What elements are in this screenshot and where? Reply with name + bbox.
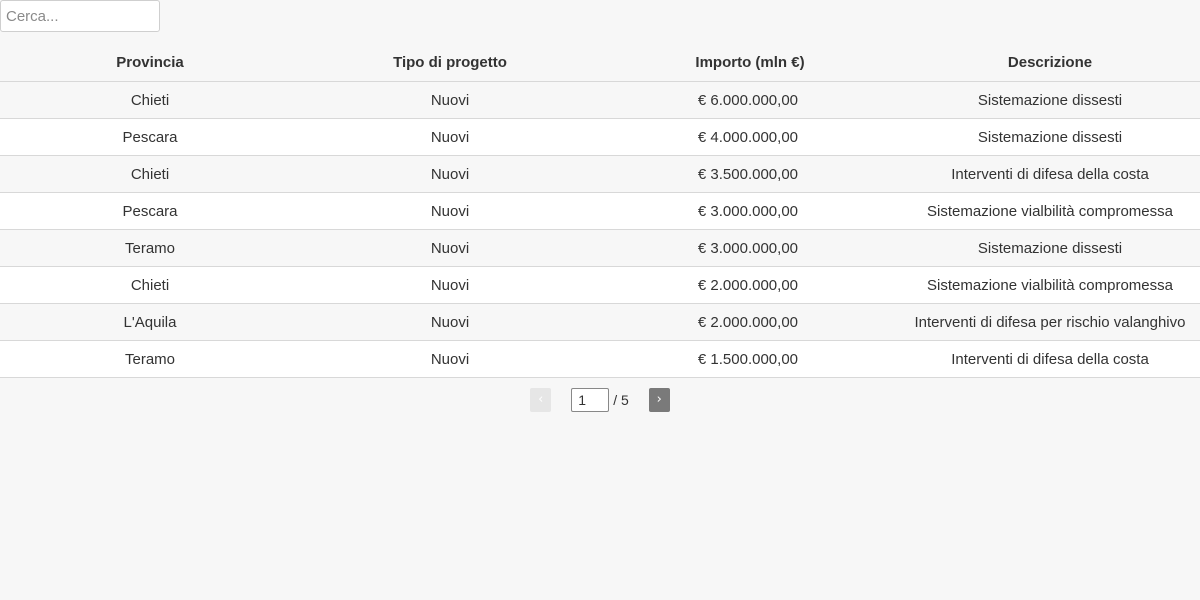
cell-provincia: Pescara [0,118,300,156]
table-row[interactable]: Chieti Nuovi € 2.000.000,00 Sistemazione vi… [0,266,1200,304]
cell-provincia: Pescara [0,192,300,230]
column-header-descrizione[interactable]: Descrizione [900,44,1200,82]
cell-tipo-progetto: Nuovi [300,229,600,267]
table-header: Provincia Tipo di progetto Importo (mln … [0,44,1200,82]
search-container [0,0,160,32]
header-row: Provincia Tipo di progetto Importo (mln … [0,44,1200,82]
cell-provincia: Chieti [0,81,300,119]
table-row[interactable]: Chieti Nuovi € 6.000.000,00 Sistemazione di… [0,81,1200,119]
cell-provincia: Chieti [0,155,300,193]
search-input[interactable] [0,0,160,32]
cell-provincia: L'Aquila [0,303,300,341]
cell-tipo-progetto: Nuovi [300,81,600,119]
cell-descrizione: Interventi di difesa per rischio valangh… [900,303,1200,341]
cell-descrizione: Sistemazione dissesti [900,81,1200,119]
cell-descrizione: Interventi di difesa della costa [900,340,1200,378]
table-row[interactable]: Pescara Nuovi € 4.000.000,00 Sistemazione d… [0,118,1200,156]
table-row[interactable]: Pescara Nuovi € 3.000.000,00 Sistemazione v… [0,192,1200,230]
table-body: Chieti Nuovi € 6.000.000,00 Sistemazione di… [0,81,1200,378]
cell-descrizione: Interventi di difesa della costa [900,155,1200,193]
cell-importo: € 2.000.000,00 [600,303,900,341]
cell-descrizione: Sistemazione dissesti [900,118,1200,156]
cell-importo: € 3.000.000,00 [600,229,900,267]
cell-importo: € 2.000.000,00 [600,266,900,304]
column-header-importo[interactable]: Importo (mln €) [600,44,900,82]
cell-descrizione: Sistemazione vialbilità compromessa [900,266,1200,304]
cell-tipo-progetto: Nuovi [300,340,600,378]
cell-tipo-progetto: Nuovi [300,118,600,156]
column-header-provincia[interactable]: Provincia [0,44,300,82]
cell-importo: € 6.000.000,00 [600,81,900,119]
page-total: / 5 [613,392,629,408]
cell-tipo-progetto: Nuovi [300,155,600,193]
chevron-left-icon[interactable]: ‹ [530,388,552,412]
pagination: ‹ / 5 › [0,388,1200,412]
cell-tipo-progetto: Nuovi [300,303,600,341]
table-row[interactable]: Teramo Nuovi € 3.000.000,00 Sistemazione di… [0,229,1200,267]
cell-provincia: Teramo [0,229,300,267]
cell-importo: € 4.000.000,00 [600,118,900,156]
column-header-tipo[interactable]: Tipo di progetto [300,44,600,82]
table-row[interactable]: L'Aquila Nuovi € 2.000.000,00 Interventi di… [0,303,1200,341]
cell-descrizione: Sistemazione dissesti [900,229,1200,267]
cell-descrizione: Sistemazione vialbilità compromessa [900,192,1200,230]
chevron-right-icon[interactable]: › [648,388,670,412]
table-row[interactable]: Teramo Nuovi € 1.500.000,00 Interventi di d… [0,340,1200,378]
cell-importo: € 3.000.000,00 [600,192,900,230]
cell-tipo-progetto: Nuovi [300,266,600,304]
data-table: Provincia Tipo di progetto Importo (mln … [0,44,1200,378]
cell-provincia: Chieti [0,266,300,304]
cell-provincia: Teramo [0,340,300,378]
table-row[interactable]: Chieti Nuovi € 3.500.000,00 Interventi di d… [0,155,1200,193]
page-number-input[interactable] [571,388,610,412]
cell-importo: € 3.500.000,00 [600,155,900,193]
cell-importo: € 1.500.000,00 [600,340,900,378]
cell-tipo-progetto: Nuovi [300,192,600,230]
